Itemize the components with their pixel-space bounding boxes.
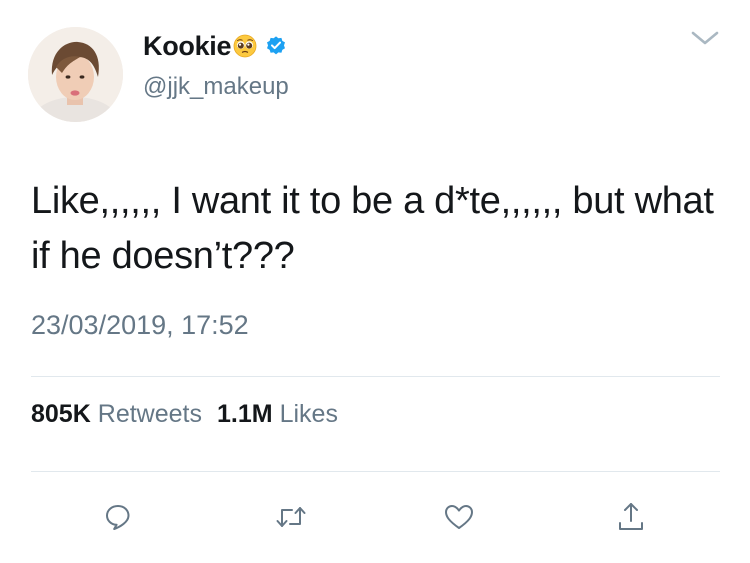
verified-badge-icon — [265, 35, 287, 57]
display-name[interactable]: Kookie — [143, 31, 232, 62]
like-button[interactable] — [439, 497, 479, 537]
reply-icon — [103, 502, 133, 532]
retweets-count[interactable]: 805K — [31, 400, 91, 429]
tweet-card: Kookie @jjk_makeup Like,,,,,, I want it … — [0, 0, 750, 563]
retweets-label[interactable]: Retweets — [98, 400, 202, 429]
likes-label[interactable]: Likes — [280, 400, 338, 429]
share-button[interactable] — [611, 497, 651, 537]
name-row: Kookie — [143, 29, 287, 63]
like-icon — [443, 502, 475, 532]
divider — [31, 471, 720, 472]
reply-button[interactable] — [98, 497, 138, 537]
avatar[interactable] — [28, 27, 123, 122]
pleading-face-emoji-icon — [233, 34, 257, 58]
chevron-down-icon[interactable] — [688, 26, 722, 50]
share-icon — [616, 501, 646, 533]
divider — [31, 376, 720, 377]
tweet-text: Like,,,,,, I want it to be a d*te,,,,,, … — [31, 180, 714, 277]
tweet-timestamp[interactable]: 23/03/2019, 17:52 — [31, 310, 249, 341]
retweet-button[interactable] — [271, 497, 311, 537]
engagement-stats: 805K Retweets 1.1M Likes — [31, 400, 338, 429]
retweet-icon — [274, 502, 308, 532]
likes-count[interactable]: 1.1M — [217, 400, 273, 429]
user-handle[interactable]: @jjk_makeup — [143, 73, 289, 101]
